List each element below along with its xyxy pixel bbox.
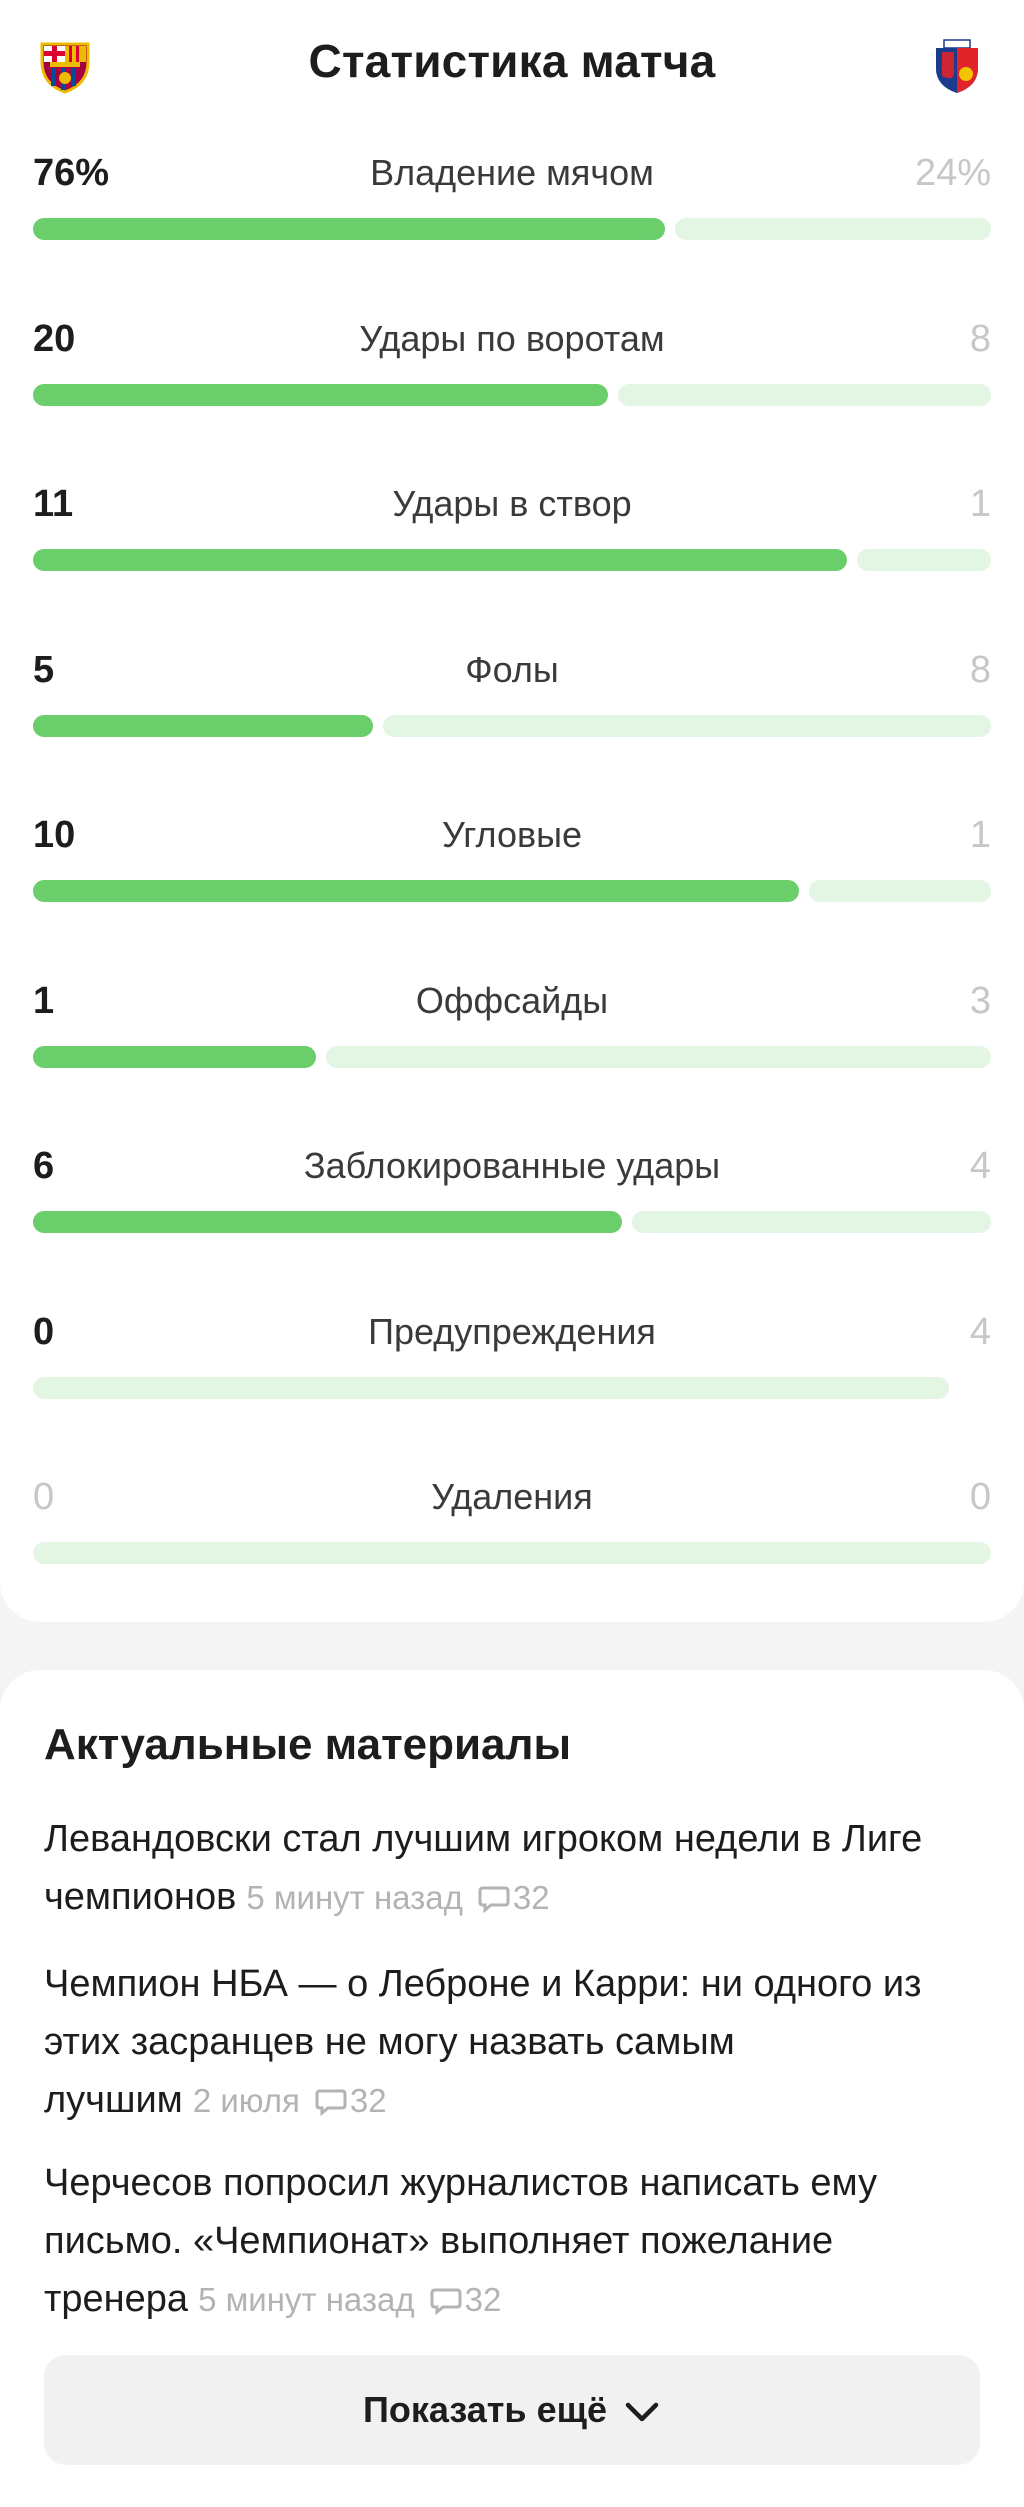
stat-bar-away — [675, 218, 991, 240]
stat-bar-home — [33, 549, 847, 571]
stat-bar-home — [33, 218, 665, 240]
stat-bar — [33, 715, 991, 737]
stat-bar — [33, 218, 991, 240]
stat-bar-away — [383, 715, 991, 737]
news-item[interactable]: Чемпион НБА — о Леброне и Карри: ни одно… — [44, 1955, 984, 2130]
stat-bar-away — [857, 549, 991, 571]
stat-away-value: 3 — [969, 980, 991, 1022]
stat-bar-home — [33, 1046, 316, 1068]
news-item[interactable]: Левандовски стал лучшим игроком недели в… — [44, 1810, 984, 1927]
speech-bubble-icon — [430, 2288, 462, 2315]
news-time: 5 минут назад — [246, 1879, 463, 1916]
stat-bar — [33, 1046, 991, 1068]
stats-header: Статистика матча — [0, 0, 1024, 130]
stat-away-value: 0 — [969, 1476, 991, 1518]
stat-bar-away — [618, 384, 991, 406]
stat-bar-home — [33, 715, 373, 737]
chevron-down-icon — [625, 2402, 659, 2422]
stat-away-value: 24% — [914, 152, 991, 194]
stat-bar — [33, 880, 991, 902]
comment-count: 32 — [512, 1879, 550, 1916]
comment-count: 32 — [349, 2082, 387, 2119]
match-stats-card: Статистика матча 76% Владение мячом 24% 20 У… — [0, 0, 1024, 1622]
news-headline[interactable]: Чемпион НБА — о Леброне и Карри: ни одно… — [44, 1963, 922, 2121]
speech-bubble-icon — [315, 2089, 347, 2116]
show-more-button[interactable]: Показать ещё — [44, 2355, 980, 2465]
stat-bar-away — [33, 1542, 991, 1564]
stat-bar-away — [632, 1211, 991, 1233]
news-time: 5 минут назад — [198, 2281, 415, 2318]
stat-bar-away — [33, 1377, 949, 1399]
news-section-title: Актуальные материалы — [44, 1720, 572, 1769]
stat-bar-home — [33, 384, 608, 406]
stat-bar — [33, 549, 991, 571]
stat-bar-away — [326, 1046, 991, 1068]
stat-label: Удары в створ — [392, 483, 632, 524]
stat-bar — [33, 1211, 991, 1233]
stat-row: 0 Удаления 0 — [0, 1474, 1024, 1574]
stat-label: Удары по воротам — [359, 318, 665, 359]
show-more-label: Показать ещё — [363, 2389, 607, 2430]
stat-away-value: 1 — [969, 483, 991, 525]
stat-bar — [33, 1542, 991, 1564]
news-item[interactable]: Черчесов попросил журналистов написать е… — [44, 2154, 984, 2329]
stat-away-value: 8 — [969, 649, 991, 691]
stat-row: 6 Заблокированные удары 4 — [0, 1143, 1024, 1243]
stat-bar-away — [809, 880, 991, 902]
stat-away-value: 1 — [969, 814, 991, 856]
stat-bar — [33, 1377, 991, 1399]
stat-label: Фолы — [465, 649, 559, 690]
stat-away-value: 4 — [969, 1145, 991, 1187]
news-time: 2 июля — [192, 2082, 300, 2119]
stat-away-value: 4 — [969, 1311, 991, 1353]
stat-label: Владение мячом — [370, 152, 654, 193]
stat-row: 0 Предупреждения 4 — [0, 1309, 1024, 1409]
comment-count: 32 — [464, 2281, 502, 2318]
stat-row: 20 Удары по воротам 8 — [0, 316, 1024, 416]
stat-bar-home — [33, 880, 799, 902]
stat-label: Удаления — [431, 1476, 593, 1517]
stat-row: 76% Владение мячом 24% — [0, 150, 1024, 250]
stat-label: Заблокированные удары — [303, 1145, 721, 1186]
stat-away-value: 8 — [969, 318, 991, 360]
stat-bar — [33, 384, 991, 406]
viktoria-plzen-crest-icon[interactable] — [932, 38, 982, 94]
page-title: Статистика матча — [308, 35, 716, 87]
stat-row: 11 Удары в створ 1 — [0, 481, 1024, 581]
speech-bubble-icon — [478, 1886, 510, 1913]
stat-row: 5 Фолы 8 — [0, 647, 1024, 747]
stat-row: 10 Угловые 1 — [0, 812, 1024, 912]
stat-label: Угловые — [441, 814, 583, 855]
stat-bar-home — [33, 1211, 622, 1233]
stat-row: 1 Оффсайды 3 — [0, 978, 1024, 1078]
stat-label: Предупреждения — [368, 1311, 656, 1352]
stat-label: Оффсайды — [415, 980, 609, 1021]
